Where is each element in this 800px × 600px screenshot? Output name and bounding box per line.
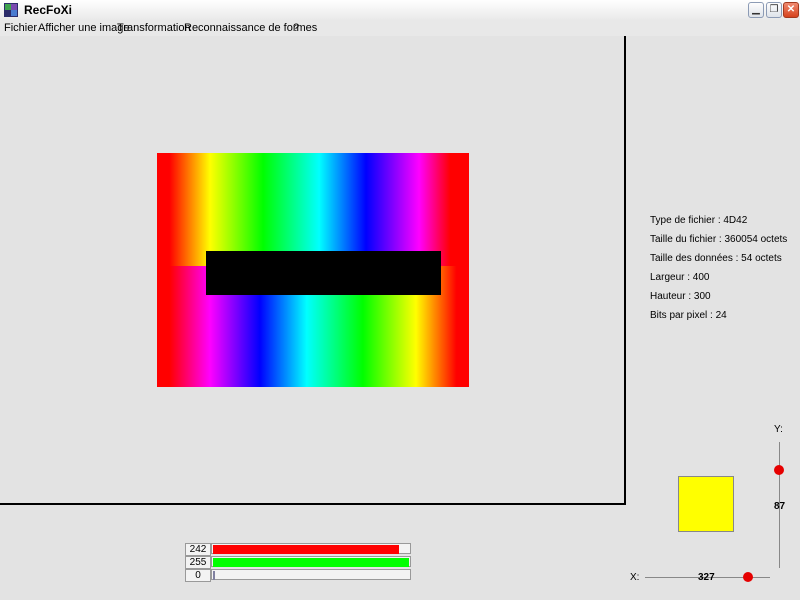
info-bits-per-pixel: Bits par pixel : 24 bbox=[650, 310, 727, 321]
info-data-size: Taille des données : 54 octets bbox=[650, 253, 782, 264]
red-bar-fill bbox=[213, 545, 399, 554]
y-axis-label: Y: bbox=[774, 424, 783, 435]
menu-afficher-image[interactable]: Afficher une image bbox=[38, 22, 130, 34]
app-icon[interactable] bbox=[3, 2, 19, 18]
info-height: Hauteur : 300 bbox=[650, 291, 711, 302]
green-bar-fill bbox=[213, 558, 409, 567]
blue-bar-fill bbox=[213, 571, 215, 580]
blue-value: 0 bbox=[185, 569, 211, 582]
menu-help[interactable]: ? bbox=[293, 22, 299, 34]
x-coordinate: 327 bbox=[698, 572, 715, 583]
window-title: RecFoXi bbox=[24, 3, 73, 17]
title-bar: RecFoXi ▁ ❐ ✕ bbox=[0, 0, 800, 21]
image-black-rectangle bbox=[206, 251, 441, 295]
red-bar bbox=[211, 543, 411, 554]
x-axis-label: X: bbox=[630, 572, 640, 583]
close-button[interactable]: ✕ bbox=[783, 2, 799, 18]
x-slider-thumb[interactable] bbox=[743, 572, 753, 582]
info-file-size: Taille du fichier : 360054 octets bbox=[650, 234, 788, 245]
close-icon: ✕ bbox=[786, 4, 796, 15]
y-coordinate: 87 bbox=[774, 501, 786, 512]
info-width: Largeur : 400 bbox=[650, 272, 710, 283]
image-canvas[interactable] bbox=[0, 36, 626, 505]
image-top-gradient bbox=[157, 153, 469, 266]
restore-button[interactable]: ❐ bbox=[766, 2, 782, 18]
menu-fichier[interactable]: Fichier bbox=[4, 22, 37, 34]
restore-icon: ❐ bbox=[769, 4, 779, 15]
menu-bar: Fichier Afficher une image Transformatio… bbox=[0, 20, 800, 36]
minimize-icon: ▁ bbox=[752, 4, 760, 15]
red-value: 242 bbox=[185, 543, 211, 556]
info-file-type: Type de fichier : 4D42 bbox=[650, 215, 748, 226]
y-slider-thumb[interactable] bbox=[774, 465, 784, 475]
green-value: 255 bbox=[185, 556, 211, 569]
displayed-image[interactable] bbox=[157, 153, 469, 387]
blue-bar bbox=[211, 569, 411, 580]
color-swatch bbox=[678, 476, 734, 532]
green-bar bbox=[211, 556, 411, 567]
menu-transformation[interactable]: Transformation bbox=[117, 22, 191, 34]
minimize-button[interactable]: ▁ bbox=[748, 2, 764, 18]
